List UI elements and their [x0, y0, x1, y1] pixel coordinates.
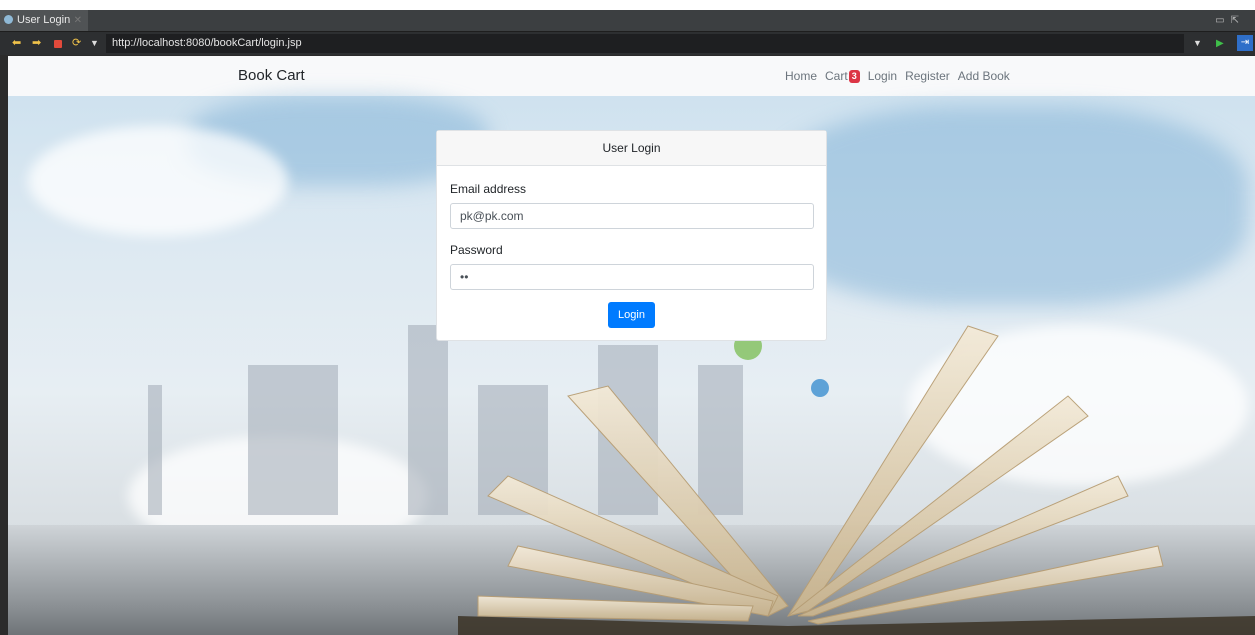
url-dropdown-icon[interactable]: ▼: [1193, 37, 1202, 50]
nav-register[interactable]: Register: [905, 69, 950, 83]
nav-add-book[interactable]: Add Book: [958, 69, 1010, 83]
password-input[interactable]: [450, 264, 814, 290]
window-top-strip: [0, 0, 1255, 10]
login-card-title: User Login: [437, 131, 826, 166]
refresh-icon[interactable]: ⟳: [72, 37, 81, 50]
site-navbar: Book Cart Home Cart 3 Login Register Add …: [8, 56, 1255, 96]
url-bar[interactable]: http://localhost:8080/bookCart/login.jsp: [106, 34, 1184, 53]
tab-title: User Login: [17, 14, 71, 26]
cart-count-badge: 3: [848, 69, 860, 83]
browser-toolbar: ⬅ ➡ ⟳ ▼ http://localhost:8080/bookCart/l…: [0, 32, 1255, 55]
tab-user-login[interactable]: User Login ✕: [0, 10, 88, 31]
chevron-down-icon[interactable]: ▼: [90, 37, 99, 50]
nav-home[interactable]: Home: [785, 69, 817, 83]
back-arrow-icon[interactable]: ⬅: [12, 37, 21, 50]
password-label: Password: [450, 243, 503, 257]
window-controls[interactable]: ▭⇱: [1215, 10, 1245, 31]
editor-tab-bar: User Login ✕ ▭⇱: [0, 10, 1255, 32]
login-card: User Login Email address Password Login: [436, 130, 827, 341]
stop-icon[interactable]: [54, 40, 62, 48]
nav-cart[interactable]: Cart 3: [825, 69, 860, 83]
globe-icon: [4, 15, 13, 24]
nav-links: Home Cart 3 Login Register Add Book: [785, 56, 1010, 96]
email-input[interactable]: [450, 203, 814, 229]
go-icon[interactable]: ▶: [1216, 37, 1224, 50]
close-icon[interactable]: ✕: [74, 10, 82, 31]
email-label: Email address: [450, 182, 527, 196]
brand-link[interactable]: Book Cart: [238, 56, 305, 96]
nav-login[interactable]: Login: [868, 69, 897, 83]
page-viewport: Book Cart Home Cart 3 Login Register Add …: [8, 56, 1255, 635]
login-button[interactable]: Login: [608, 302, 655, 328]
nav-cart-label: Cart: [825, 69, 848, 83]
forward-arrow-icon[interactable]: ➡: [32, 37, 41, 50]
open-external-icon[interactable]: ⇥: [1237, 35, 1253, 51]
